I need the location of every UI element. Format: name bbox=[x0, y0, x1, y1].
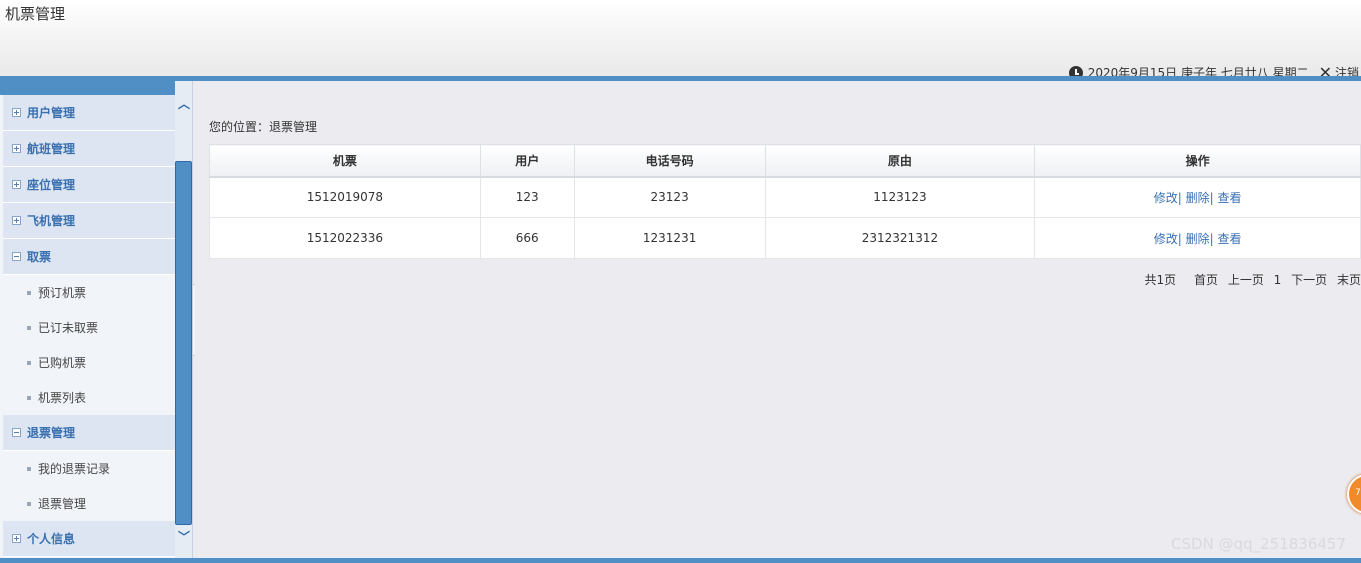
page-count: 共1页 bbox=[1144, 273, 1177, 287]
bullet-icon bbox=[27, 395, 31, 400]
delete-link[interactable]: 删除 bbox=[1186, 232, 1210, 246]
next-page-link[interactable]: 下一页 bbox=[1291, 273, 1327, 287]
sidebar-group-tickets[interactable]: 取票 bbox=[3, 239, 175, 275]
footer-bar bbox=[0, 558, 1361, 563]
sidebar-group-flights[interactable]: 航班管理 bbox=[3, 131, 175, 167]
bullet-icon bbox=[27, 466, 31, 471]
expand-icon bbox=[12, 534, 21, 543]
sidebar-item-label: 已订未取票 bbox=[38, 321, 99, 335]
chevron-down-icon[interactable]: ﹀ bbox=[176, 529, 192, 544]
sidebar-item-book-ticket[interactable]: 预订机票 bbox=[3, 275, 175, 310]
sidebar-group-label: 航班管理 bbox=[27, 142, 76, 156]
sidebar-item-label: 机票列表 bbox=[38, 391, 87, 405]
prev-page-link[interactable]: 上一页 bbox=[1228, 273, 1264, 287]
table-header-row: 机票 用户 电话号码 原由 操作 bbox=[209, 144, 1361, 178]
sidebar-group-label: 飞机管理 bbox=[27, 214, 76, 228]
sidebar-group-label: 退票管理 bbox=[27, 426, 76, 440]
sidebar-group-refunds[interactable]: 退票管理 bbox=[3, 415, 175, 451]
expand-icon bbox=[12, 144, 21, 153]
collapse-icon bbox=[12, 252, 21, 261]
phone-cell: 23123 bbox=[573, 176, 766, 218]
sidebar-item-ticket-list[interactable]: 机票列表 bbox=[3, 380, 175, 415]
action-separator: | bbox=[1177, 231, 1182, 246]
edit-link[interactable]: 修改 bbox=[1154, 232, 1178, 246]
view-link[interactable]: 查看 bbox=[1218, 191, 1242, 205]
chevron-up-icon[interactable]: ︿ bbox=[176, 96, 192, 111]
sidebar-item-booked-unclaimed[interactable]: 已订未取票 bbox=[3, 310, 175, 345]
bullet-icon bbox=[27, 360, 31, 365]
sidebar-item-label: 我的退票记录 bbox=[38, 462, 111, 476]
view-link[interactable]: 查看 bbox=[1218, 232, 1242, 246]
sidebar-scrollbar-thumb[interactable] bbox=[175, 161, 192, 525]
column-header-reason: 原由 bbox=[764, 144, 1036, 178]
table-row: 1512019078 123 23123 1123123 修改| 删除| 查看 bbox=[209, 176, 1361, 218]
pagination: 共1页 首页 上一页 1 下一页 末页 bbox=[1139, 271, 1361, 288]
column-header-actions: 操作 bbox=[1034, 144, 1361, 178]
user-cell: 123 bbox=[479, 176, 575, 218]
actions-cell: 修改| 删除| 查看 bbox=[1034, 176, 1361, 218]
sidebar-item-label: 预订机票 bbox=[38, 286, 87, 300]
first-page-link[interactable]: 首页 bbox=[1194, 273, 1218, 287]
sidebar-item-my-refunds[interactable]: 我的退票记录 bbox=[3, 451, 175, 486]
actions-cell: 修改| 删除| 查看 bbox=[1034, 217, 1361, 259]
app-title: 机票管理 bbox=[5, 5, 66, 23]
table-row: 1512022336 666 1231231 2312321312 修改| 删除… bbox=[209, 217, 1361, 259]
sidebar-group-label: 取票 bbox=[27, 250, 52, 264]
expand-icon bbox=[12, 180, 21, 189]
sidebar-group-users[interactable]: 用户管理 bbox=[3, 95, 175, 131]
sidebar-top-bar bbox=[0, 81, 175, 95]
header-bar: 机票管理 2020年9月15日 庚子年 七月廿八 星期二 ✕ 注销 bbox=[0, 0, 1361, 80]
phone-cell: 1231231 bbox=[573, 217, 766, 259]
reason-cell: 1123123 bbox=[764, 176, 1036, 218]
expand-icon bbox=[12, 216, 21, 225]
sidebar-group-profile[interactable]: 个人信息 bbox=[3, 521, 175, 557]
refund-table: 机票 用户 电话号码 原由 操作 1512019078 123 23123 11… bbox=[209, 144, 1361, 259]
delete-link[interactable]: 删除 bbox=[1186, 191, 1210, 205]
sidebar-item-label: 退票管理 bbox=[38, 497, 87, 511]
bullet-icon bbox=[27, 325, 31, 330]
user-cell: 666 bbox=[479, 217, 575, 259]
sidebar-item-refund-management[interactable]: 退票管理 bbox=[3, 486, 175, 521]
sidebar-group-label: 用户管理 bbox=[27, 106, 76, 120]
current-page: 1 bbox=[1273, 273, 1282, 287]
action-separator: | bbox=[1209, 231, 1214, 246]
collapse-icon bbox=[12, 428, 21, 437]
watermark: CSDN @qq_251836457 bbox=[1171, 535, 1346, 553]
sidebar-group-label: 个人信息 bbox=[27, 532, 76, 546]
column-header-ticket: 机票 bbox=[209, 144, 481, 178]
edit-link[interactable]: 修改 bbox=[1154, 191, 1178, 205]
column-header-user: 用户 bbox=[479, 144, 575, 178]
bullet-icon bbox=[27, 501, 31, 506]
column-header-phone: 电话号码 bbox=[573, 144, 766, 178]
sidebar-nav: 用户管理 航班管理 座位管理 飞机管理 取票 预订机票 已订未取票 已购机票 机… bbox=[3, 95, 175, 557]
action-separator: | bbox=[1177, 190, 1182, 205]
reason-cell: 2312321312 bbox=[764, 217, 1036, 259]
sidebar-item-purchased[interactable]: 已购机票 bbox=[3, 345, 175, 380]
sidebar-group-seats[interactable]: 座位管理 bbox=[3, 167, 175, 203]
sidebar-item-label: 已购机票 bbox=[38, 356, 87, 370]
main-content: 您的位置：退票管理 机票 用户 电话号码 原由 操作 1512019078 12… bbox=[195, 81, 1361, 558]
last-page-link[interactable]: 末页 bbox=[1337, 273, 1361, 287]
breadcrumb: 您的位置：退票管理 bbox=[209, 120, 318, 134]
sidebar-group-planes[interactable]: 飞机管理 bbox=[3, 203, 175, 239]
ticket-cell: 1512019078 bbox=[209, 176, 481, 218]
ticket-cell: 1512022336 bbox=[209, 217, 481, 259]
action-separator: | bbox=[1209, 190, 1214, 205]
sidebar-group-label: 座位管理 bbox=[27, 178, 76, 192]
bullet-icon bbox=[27, 290, 31, 295]
sidebar: 用户管理 航班管理 座位管理 飞机管理 取票 预订机票 已订未取票 已购机票 机… bbox=[0, 81, 193, 558]
expand-icon bbox=[12, 108, 21, 117]
